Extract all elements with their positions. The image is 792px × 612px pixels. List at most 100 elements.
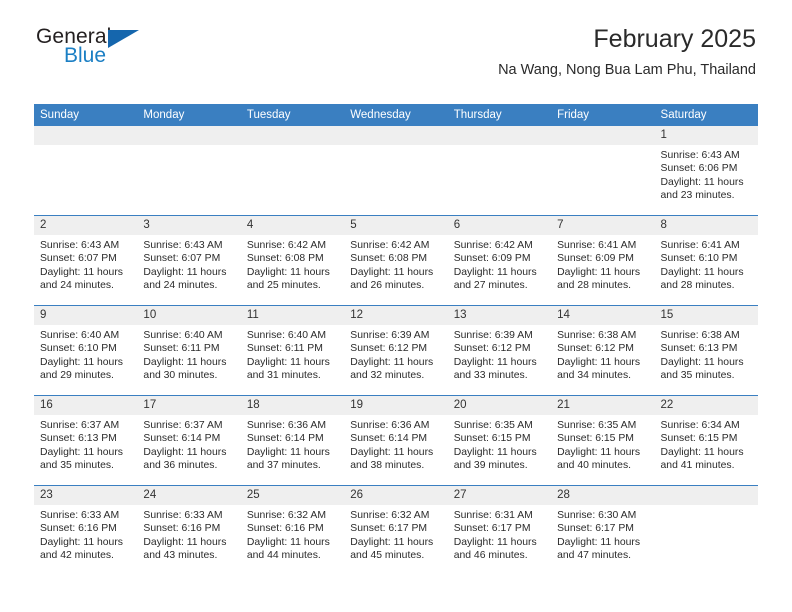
calendar-day-cell[interactable]: 16 Sunrise: 6:37 AM Sunset: 6:13 PM Dayligh… [34, 395, 138, 486]
day-number: 2 [34, 216, 138, 235]
day-cell-inner: 17 Sunrise: 6:37 AM Sunset: 6:14 PM Dayligh… [137, 396, 241, 485]
daylight-text-line1: Daylight: 11 hours [453, 356, 537, 368]
calendar-empty-cell [240, 126, 345, 216]
calendar-day-cell[interactable]: 6 Sunrise: 6:42 AM Sunset: 6:09 PM Daylight… [447, 215, 552, 306]
day-cell-inner: 10 Sunrise: 6:40 AM Sunset: 6:11 PM Dayligh… [137, 306, 241, 395]
calendar-day-cell[interactable]: 5 Sunrise: 6:42 AM Sunset: 6:08 PM Daylight… [344, 215, 448, 306]
sunrise-text: Sunrise: 6:36 AM [246, 420, 326, 431]
calendar-day-cell[interactable]: 3 Sunrise: 6:43 AM Sunset: 6:07 PM Daylight… [137, 215, 241, 306]
day-number: 23 [34, 486, 138, 505]
day-number: 3 [137, 216, 241, 235]
day-cell-inner [137, 126, 241, 215]
sunrise-text: Sunrise: 6:32 AM [246, 510, 326, 521]
calendar-day-cell[interactable]: 12 Sunrise: 6:39 AM Sunset: 6:12 PM Dayligh… [344, 305, 448, 396]
sunrise-text: Sunrise: 6:39 AM [453, 330, 533, 341]
day-cell-inner: 21 Sunrise: 6:35 AM Sunset: 6:15 PM Dayligh… [551, 396, 655, 485]
day-cell-inner: 27 Sunrise: 6:31 AM Sunset: 6:17 PM Dayligh… [447, 486, 552, 575]
daylight-text-line1: Daylight: 11 hours [350, 266, 434, 278]
day-details [551, 145, 654, 149]
day-details: Sunrise: 6:30 AM Sunset: 6:17 PM Daylight:… [551, 505, 654, 563]
calendar-empty-cell [551, 126, 655, 216]
calendar-page: General Blue February 2025 Na Wang, Nong… [0, 0, 792, 612]
day-details [34, 145, 137, 149]
sunset-text: Sunset: 6:12 PM [350, 343, 428, 355]
day-details [241, 145, 344, 149]
day-details: Sunrise: 6:33 AM Sunset: 6:16 PM Daylight:… [137, 505, 240, 563]
day-number [344, 126, 448, 145]
calendar-day-cell[interactable]: 8 Sunrise: 6:41 AM Sunset: 6:10 PM Daylight… [654, 215, 758, 306]
day-number: 7 [551, 216, 655, 235]
calendar-day-cell[interactable]: 17 Sunrise: 6:37 AM Sunset: 6:14 PM Dayligh… [137, 395, 241, 486]
daylight-text-line1: Daylight: 11 hours [40, 266, 123, 278]
calendar-day-cell[interactable]: 18 Sunrise: 6:36 AM Sunset: 6:14 PM Dayligh… [240, 395, 345, 486]
calendar-day-cell[interactable]: 11 Sunrise: 6:40 AM Sunset: 6:11 PM Dayligh… [240, 305, 345, 396]
calendar-week-row: 16 Sunrise: 6:37 AM Sunset: 6:13 PM Dayligh… [34, 395, 758, 486]
day-cell-inner: 22 Sunrise: 6:34 AM Sunset: 6:15 PM Dayligh… [654, 396, 758, 485]
daylight-text-line1: Daylight: 11 hours [350, 446, 434, 458]
weekday-header-tuesday: Tuesday [240, 104, 345, 126]
day-details: Sunrise: 6:41 AM Sunset: 6:10 PM Daylight:… [655, 235, 758, 293]
calendar-day-cell[interactable]: 28 Sunrise: 6:30 AM Sunset: 6:17 PM Dayligh… [551, 485, 655, 575]
sunset-text: Sunset: 6:14 PM [143, 433, 221, 445]
daylight-text-line2: and 36 minutes. [143, 460, 218, 472]
calendar-day-cell[interactable]: 19 Sunrise: 6:36 AM Sunset: 6:14 PM Dayligh… [344, 395, 448, 486]
calendar-day-cell[interactable]: 7 Sunrise: 6:41 AM Sunset: 6:09 PM Daylight… [551, 215, 655, 306]
calendar-day-cell[interactable]: 20 Sunrise: 6:35 AM Sunset: 6:15 PM Dayligh… [447, 395, 552, 486]
day-number: 22 [654, 396, 758, 415]
day-number [137, 126, 241, 145]
sunset-text: Sunset: 6:12 PM [557, 343, 634, 355]
sunrise-text: Sunrise: 6:41 AM [660, 240, 740, 251]
calendar-day-cell[interactable]: 1 Sunrise: 6:43 AM Sunset: 6:06 PM Daylight… [654, 126, 758, 216]
day-details: Sunrise: 6:37 AM Sunset: 6:13 PM Daylight:… [34, 415, 137, 473]
day-cell-inner: 25 Sunrise: 6:32 AM Sunset: 6:16 PM Dayligh… [240, 486, 345, 575]
sunrise-text: Sunrise: 6:35 AM [453, 420, 533, 431]
day-details: Sunrise: 6:34 AM Sunset: 6:15 PM Daylight:… [655, 415, 758, 473]
weekday-header-friday: Friday [551, 104, 655, 126]
calendar-day-cell[interactable]: 24 Sunrise: 6:33 AM Sunset: 6:16 PM Dayligh… [137, 485, 241, 575]
calendar-day-cell[interactable]: 10 Sunrise: 6:40 AM Sunset: 6:11 PM Dayligh… [137, 305, 241, 396]
calendar-day-cell[interactable]: 15 Sunrise: 6:38 AM Sunset: 6:13 PM Dayligh… [654, 305, 758, 396]
sunrise-text: Sunrise: 6:40 AM [40, 330, 120, 341]
calendar-day-cell[interactable]: 21 Sunrise: 6:35 AM Sunset: 6:15 PM Dayligh… [551, 395, 655, 486]
day-number: 28 [551, 486, 655, 505]
calendar-day-cell[interactable]: 14 Sunrise: 6:38 AM Sunset: 6:12 PM Dayligh… [551, 305, 655, 396]
day-cell-inner: 6 Sunrise: 6:42 AM Sunset: 6:09 PM Daylight… [447, 216, 552, 305]
day-number: 11 [240, 306, 345, 325]
daylight-text-line1: Daylight: 11 hours [557, 356, 641, 368]
calendar-day-cell[interactable]: 26 Sunrise: 6:32 AM Sunset: 6:17 PM Dayligh… [344, 485, 448, 575]
sunrise-text: Sunrise: 6:39 AM [350, 330, 430, 341]
logo-text-blue: Blue [64, 44, 107, 67]
sunset-text: Sunset: 6:14 PM [350, 433, 428, 445]
sunset-text: Sunset: 6:16 PM [143, 523, 221, 535]
daylight-text-line1: Daylight: 11 hours [350, 536, 434, 548]
day-cell-inner: 11 Sunrise: 6:40 AM Sunset: 6:11 PM Dayligh… [240, 306, 345, 395]
general-blue-logo[interactable]: General Blue [36, 26, 216, 76]
daylight-text-line2: and 44 minutes. [246, 550, 321, 562]
calendar-empty-cell [344, 126, 448, 216]
sunset-text: Sunset: 6:16 PM [246, 523, 324, 535]
day-details [448, 145, 551, 149]
sunrise-text: Sunrise: 6:31 AM [453, 510, 533, 521]
calendar-day-cell[interactable]: 25 Sunrise: 6:32 AM Sunset: 6:16 PM Dayligh… [240, 485, 345, 575]
calendar-day-cell[interactable]: 2 Sunrise: 6:43 AM Sunset: 6:07 PM Daylight… [34, 215, 138, 306]
day-number: 10 [137, 306, 241, 325]
calendar-day-cell[interactable]: 4 Sunrise: 6:42 AM Sunset: 6:08 PM Daylight… [240, 215, 345, 306]
day-cell-inner [551, 126, 655, 215]
daylight-text-line1: Daylight: 11 hours [246, 266, 330, 278]
calendar-day-cell[interactable]: 22 Sunrise: 6:34 AM Sunset: 6:15 PM Dayligh… [654, 395, 758, 486]
day-cell-inner: 19 Sunrise: 6:36 AM Sunset: 6:14 PM Dayligh… [344, 396, 448, 485]
day-cell-inner: 8 Sunrise: 6:41 AM Sunset: 6:10 PM Daylight… [654, 216, 758, 305]
day-cell-inner: 13 Sunrise: 6:39 AM Sunset: 6:12 PM Dayligh… [447, 306, 552, 395]
day-cell-inner [447, 126, 552, 215]
day-cell-inner [34, 126, 138, 215]
day-number: 20 [447, 396, 552, 415]
calendar-week-row: 1 Sunrise: 6:43 AM Sunset: 6:06 PM Daylight… [34, 126, 758, 216]
day-details: Sunrise: 6:38 AM Sunset: 6:12 PM Daylight:… [551, 325, 654, 383]
calendar-day-cell[interactable]: 27 Sunrise: 6:31 AM Sunset: 6:17 PM Dayligh… [447, 485, 552, 575]
day-cell-inner [240, 126, 345, 215]
daylight-text-line2: and 35 minutes. [660, 370, 735, 382]
calendar-day-cell[interactable]: 9 Sunrise: 6:40 AM Sunset: 6:10 PM Daylight… [34, 305, 138, 396]
weekday-header-thursday: Thursday [447, 104, 552, 126]
calendar-day-cell[interactable]: 13 Sunrise: 6:39 AM Sunset: 6:12 PM Dayligh… [447, 305, 552, 396]
calendar-day-cell[interactable]: 23 Sunrise: 6:33 AM Sunset: 6:16 PM Dayligh… [34, 485, 138, 575]
